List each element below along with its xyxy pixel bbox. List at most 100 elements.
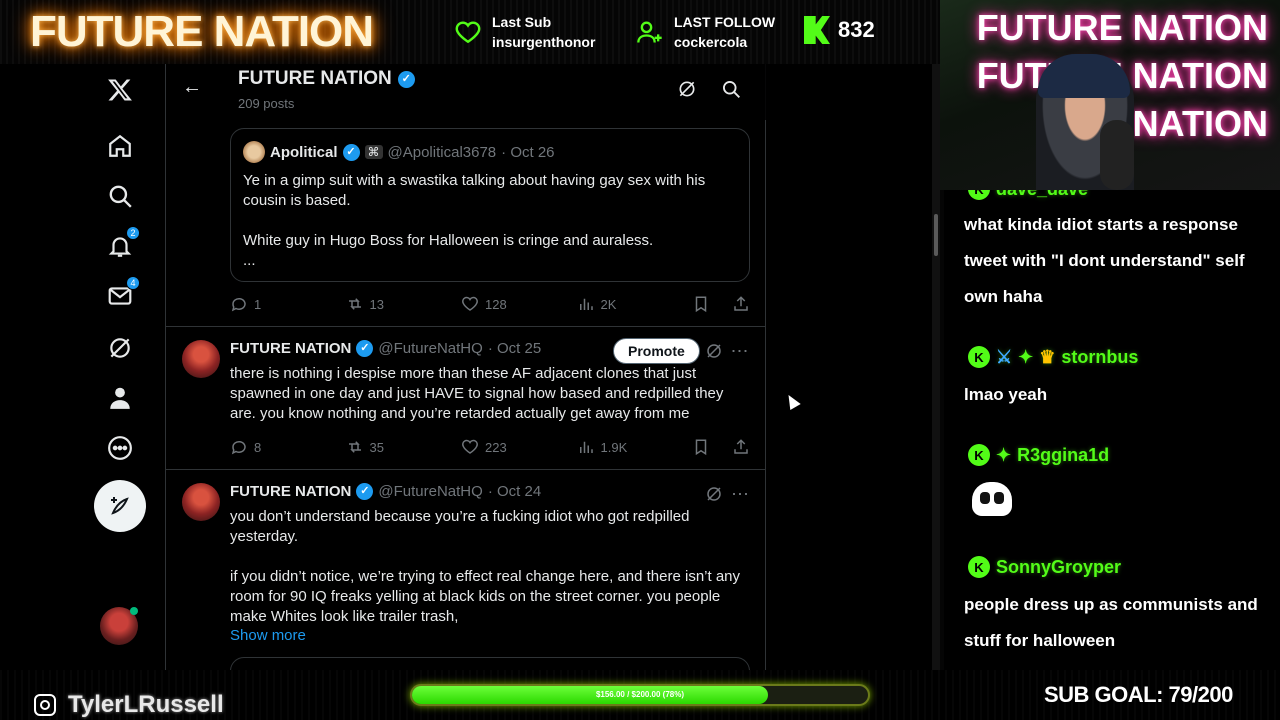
sub-goal-text: SUB GOAL: 79/200 bbox=[1044, 682, 1233, 707]
explore-search-icon[interactable] bbox=[106, 182, 134, 210]
repost-icon bbox=[348, 441, 361, 453]
quoted-post-header: Apolitical ✓ ⌘ @Apolitical3678 · Oct 26 bbox=[243, 141, 737, 163]
repost-button[interactable]: 35 bbox=[346, 438, 462, 456]
affiliate-badge-icon: ⌘ bbox=[364, 145, 383, 159]
scroll-thumb[interactable] bbox=[934, 214, 938, 256]
post-actions: 1 13 128 2K bbox=[230, 294, 750, 314]
brand-logo: FUTURE NATION bbox=[30, 7, 374, 56]
post-actions: 8 35 223 1.9K bbox=[230, 437, 750, 457]
chat-username: K SonnyGroyper bbox=[968, 556, 1121, 578]
verified-badge-icon: ✓ bbox=[397, 70, 415, 88]
quoted-author-handle: @Apolitical3678 bbox=[387, 143, 497, 161]
grok-icon[interactable] bbox=[106, 334, 134, 362]
reply-count: 8 bbox=[254, 439, 262, 455]
author-name: FUTURE NATION bbox=[230, 483, 352, 500]
quoted-post[interactable]: Apolitical ✓ ⌘ @Apolitical3678 · Oct 26 … bbox=[230, 128, 750, 282]
account-avatar[interactable] bbox=[100, 607, 138, 645]
stream-top-bar: FUTURE NATION Last Sub insurgenthonor LA… bbox=[0, 0, 940, 64]
like-button[interactable]: 223 bbox=[461, 438, 577, 456]
author-name: FUTURE NATION bbox=[230, 340, 352, 357]
reply-count: 1 bbox=[254, 296, 262, 312]
profile-title: FUTURE NATION ✓ bbox=[238, 68, 415, 90]
grok-explain-icon[interactable] bbox=[705, 485, 723, 503]
notifications-bell-icon[interactable]: 2 bbox=[106, 226, 140, 260]
profile-person-icon[interactable] bbox=[106, 384, 134, 412]
x-logo-icon[interactable] bbox=[106, 76, 134, 104]
heart-icon bbox=[462, 439, 478, 454]
share-icon[interactable] bbox=[732, 295, 750, 313]
more-dots-icon[interactable]: ⋯ bbox=[731, 341, 749, 361]
reply-button[interactable]: 8 bbox=[230, 438, 346, 456]
left-navigation: 2 4 bbox=[0, 64, 165, 670]
last-sub-value: insurgenthonor bbox=[492, 34, 596, 50]
kick-badge-icon: K bbox=[968, 556, 990, 578]
post-text: there is nothing i despise more than the… bbox=[230, 365, 724, 422]
kick-count-value: 832 bbox=[838, 17, 875, 42]
post-header: FUTURE NATION ✓ @FutureNatHQ · Oct 25 bbox=[230, 340, 541, 357]
feather-plus-icon bbox=[111, 497, 129, 515]
chat-message: lmao yeah bbox=[964, 385, 1048, 404]
kick-logo-icon bbox=[804, 16, 830, 44]
verified-badge-icon: ✓ bbox=[342, 143, 360, 161]
last-sub-widget: Last Sub insurgenthonor bbox=[454, 12, 595, 52]
like-button[interactable]: 128 bbox=[461, 295, 577, 313]
more-options-icon[interactable] bbox=[106, 434, 134, 462]
instagram-icon bbox=[34, 694, 56, 716]
search-icon[interactable] bbox=[720, 78, 742, 100]
quoted-avatar bbox=[243, 141, 265, 163]
skull-emote-icon bbox=[972, 482, 1012, 516]
show-more-link[interactable]: Show more bbox=[230, 627, 306, 644]
chat-username-text: stornbus bbox=[1061, 346, 1139, 367]
post-count: 209 posts bbox=[238, 96, 295, 111]
post-item[interactable]: FUTURE NATION ✓ @FutureNatHQ · Oct 25 Pr… bbox=[166, 326, 766, 469]
donation-goal-bar: $156.00 / $200.00 (78%) bbox=[410, 684, 870, 706]
instagram-handle: TylerLRussell bbox=[68, 691, 224, 718]
author-handle: @FutureNatHQ bbox=[378, 340, 483, 357]
promote-button[interactable]: Promote bbox=[613, 338, 700, 364]
stream-bottom-bar: TylerLRussell $156.00 / $200.00 (78%) SU… bbox=[0, 670, 1280, 720]
author-avatar[interactable] bbox=[182, 483, 220, 521]
repost-button[interactable]: 13 bbox=[346, 295, 462, 313]
verified-badge-icon: ✓ bbox=[356, 483, 374, 500]
views-button[interactable]: 1.9K bbox=[577, 438, 693, 456]
heart-icon bbox=[462, 296, 478, 311]
back-arrow-icon[interactable]: ← bbox=[182, 76, 202, 99]
compose-post-button[interactable] bbox=[94, 480, 146, 532]
profile-name: FUTURE NATION bbox=[238, 68, 392, 89]
quoted-author-name: Apolitical bbox=[270, 143, 338, 161]
grok-explain-icon[interactable] bbox=[705, 342, 723, 360]
bookmark-icon[interactable] bbox=[692, 295, 710, 313]
kick-follower-count: 832 bbox=[804, 16, 875, 44]
page-scrollbar[interactable] bbox=[932, 64, 940, 670]
share-icon[interactable] bbox=[732, 438, 750, 456]
x-app-window: 2 4 ← FUTURE NATION ✓ 209 posts Apolitic… bbox=[0, 64, 940, 670]
repost-icon bbox=[348, 298, 361, 310]
home-icon[interactable] bbox=[106, 132, 134, 160]
online-indicator bbox=[130, 607, 138, 615]
views-chart-icon bbox=[579, 441, 593, 453]
view-count: 2K bbox=[600, 296, 617, 312]
last-follow-value: cockercola bbox=[674, 34, 748, 50]
author-avatar[interactable] bbox=[182, 340, 220, 378]
chat-username-text: dave_dave bbox=[996, 190, 1088, 200]
grok-header-icon[interactable] bbox=[676, 78, 698, 100]
more-dots-icon[interactable]: ⋯ bbox=[731, 484, 749, 504]
kick-badge-icon: K bbox=[968, 346, 990, 368]
crown-badge-icon: ♛ bbox=[1039, 346, 1056, 367]
post-item[interactable]: FUTURE NATION ✓ @FutureNatHQ · Oct 24 ⋯ … bbox=[166, 469, 766, 670]
reply-button[interactable]: 1 bbox=[230, 295, 346, 313]
reply-icon bbox=[231, 297, 246, 312]
notifications-badge: 2 bbox=[126, 226, 140, 240]
views-button[interactable]: 2K bbox=[577, 295, 693, 313]
gem-badge-icon: ✦ bbox=[996, 444, 1012, 465]
webcam-feed: FUTURE NATION FUTURE NATION NATION bbox=[940, 0, 1280, 190]
chat-message: people dress up as communists and stuff … bbox=[964, 595, 1258, 650]
bookmark-icon[interactable] bbox=[692, 438, 710, 456]
messages-envelope-icon[interactable]: 4 bbox=[106, 276, 140, 310]
verified-badge-icon: ✓ bbox=[356, 340, 374, 357]
chat-username: Kdave_dave bbox=[968, 190, 1088, 200]
chat-username: K ✦ R3ggina1d bbox=[968, 444, 1109, 466]
last-follow-label: LAST FOLLOW bbox=[674, 14, 776, 30]
kick-badge-icon: K bbox=[968, 444, 990, 466]
quoted-post-text: Ye in a gimp suit with a swastika talkin… bbox=[243, 172, 706, 269]
